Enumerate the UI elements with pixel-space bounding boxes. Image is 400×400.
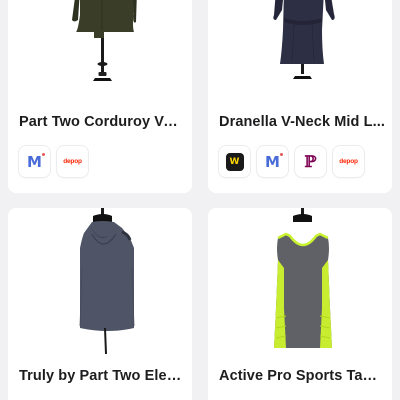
- depop-icon: depop: [63, 158, 82, 165]
- mercari-icon: M: [27, 152, 45, 171]
- whatnot-icon: W: [225, 152, 244, 171]
- poshmark-badge[interactable]: ℙ: [295, 146, 326, 177]
- marketplace-list: M depop: [19, 146, 88, 177]
- marketplace-list: W M ℙ depop: [219, 146, 364, 177]
- product-card[interactable]: Dranella V-Neck Mid L... W M ℙ depop: [208, 0, 392, 193]
- poshmark-icon: ℙ: [304, 152, 317, 171]
- product-image-navy-dress: [208, 0, 392, 105]
- depop-badge[interactable]: depop: [57, 146, 88, 177]
- depop-icon: depop: [339, 158, 358, 165]
- product-card[interactable]: Active Pro Sports Tank...: [208, 208, 392, 400]
- mercari-badge[interactable]: M: [257, 146, 288, 177]
- product-title[interactable]: Part Two Corduroy Vel...: [19, 114, 185, 130]
- product-title[interactable]: Active Pro Sports Tank...: [219, 368, 385, 384]
- mercari-badge[interactable]: M: [19, 146, 50, 177]
- product-card[interactable]: Truly by Part Two Eleg...: [8, 208, 192, 400]
- depop-badge[interactable]: depop: [333, 146, 364, 177]
- product-card[interactable]: Part Two Corduroy Vel... M depop: [8, 0, 192, 193]
- product-image-sports-tank: [208, 208, 392, 356]
- mercari-icon: M: [265, 152, 283, 171]
- whatnot-badge[interactable]: W: [219, 146, 250, 177]
- product-image-cowl-neck-top: [8, 208, 192, 356]
- product-title[interactable]: Dranella V-Neck Mid L...: [219, 114, 385, 130]
- product-title[interactable]: Truly by Part Two Eleg...: [19, 368, 185, 384]
- product-image-corduroy-dress: [8, 0, 192, 105]
